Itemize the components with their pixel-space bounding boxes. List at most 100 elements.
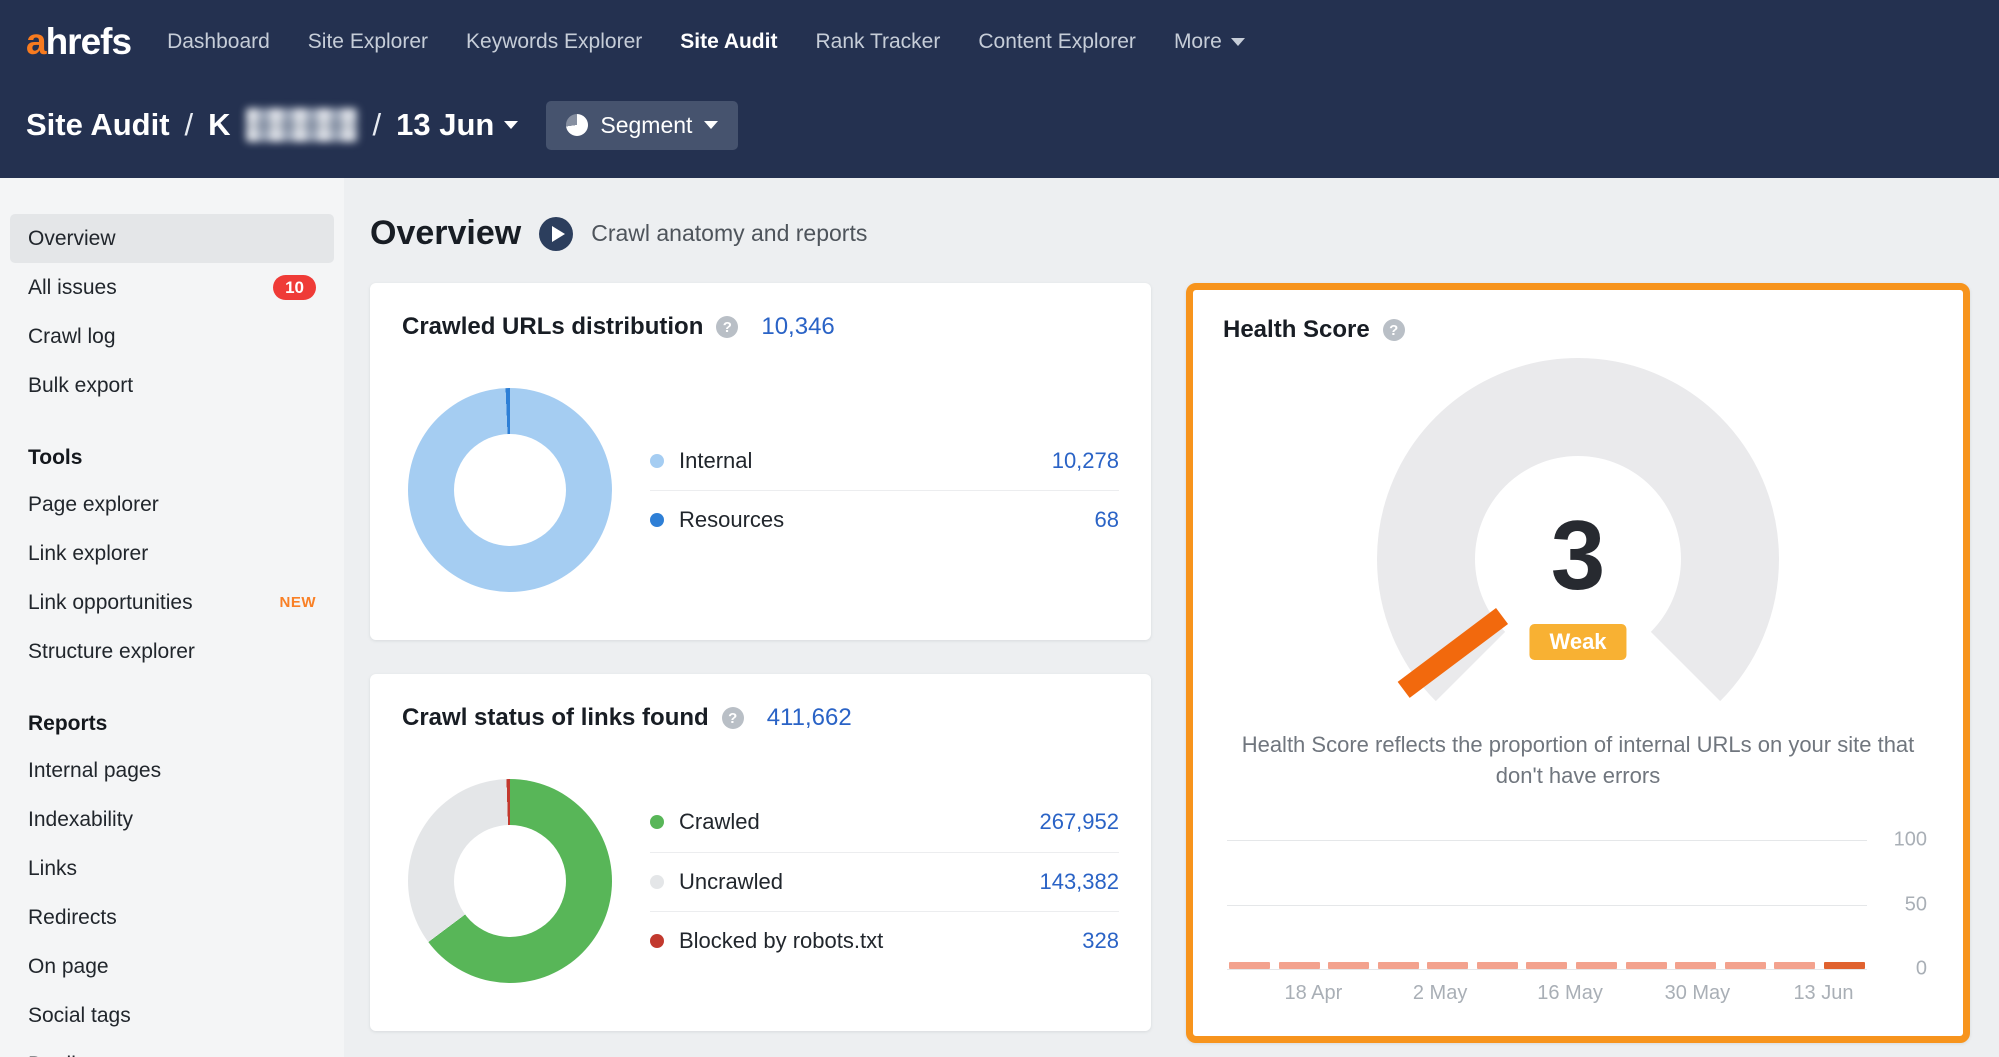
nav-item-site-explorer[interactable]: Site Explorer [308, 30, 428, 54]
sidebar-item-page-explorer[interactable]: Page explorer [10, 480, 334, 529]
sidebar-item-social-tags[interactable]: Social tags [10, 991, 334, 1040]
sidebar-item-label: All issues [28, 276, 117, 300]
y-axis-tick: 50 [1875, 894, 1927, 917]
page-subtitle-link[interactable]: Crawl anatomy and reports [591, 220, 867, 247]
segment-button-label: Segment [600, 112, 692, 139]
crawl-date-dropdown[interactable]: 13 Jun [396, 107, 518, 143]
x-axis-label: 2 May [1413, 982, 1467, 1005]
help-icon[interactable]: ? [716, 316, 738, 338]
health-history-bar [1477, 962, 1518, 969]
sidebar-item-label: Structure explorer [28, 640, 195, 664]
issues-count-badge: 10 [273, 275, 316, 300]
sidebar-item-label: Indexability [28, 808, 133, 832]
crawl-date-label: 13 Jun [396, 107, 494, 143]
legend-value-link[interactable]: 10,278 [1052, 448, 1119, 474]
legend-value-link[interactable]: 143,382 [1039, 869, 1119, 895]
sidebar-item-label: Redirects [28, 906, 117, 930]
gridline-50: 50 [1227, 905, 1867, 906]
sidebar-item-duplicate-content[interactable]: Duplicate content [10, 1040, 334, 1057]
sidebar-item-label: Internal pages [28, 759, 161, 783]
project-name-visible[interactable]: K [208, 107, 230, 143]
help-icon[interactable]: ? [1383, 319, 1405, 341]
main-nav-bar: ahrefs Dashboard Site Explorer Keywords … [0, 0, 1999, 84]
legend-label: Blocked by robots.txt [679, 928, 1082, 954]
new-tag: NEW [280, 594, 317, 611]
play-video-icon[interactable] [539, 217, 573, 251]
legend-dot [650, 934, 664, 948]
health-score-history-chart: 100 50 0 18 Apr2 May16 May30 May13 Jun [1223, 840, 1933, 1016]
logo-a: a [26, 21, 46, 62]
nav-item-more[interactable]: More [1174, 30, 1245, 54]
crawled-urls-card: Crawled URLs distribution ? 10,346 Inter… [370, 283, 1151, 640]
health-score-description: Health Score reflects the proportion of … [1233, 730, 1923, 792]
nav-item-content-explorer[interactable]: Content Explorer [978, 30, 1136, 54]
legend-value-link[interactable]: 267,952 [1039, 809, 1119, 835]
gridline-100: 100 [1227, 840, 1867, 841]
sidebar-item-label: Social tags [28, 1004, 131, 1028]
crawl-status-total-link[interactable]: 411,662 [767, 704, 852, 732]
sidebar-item-overview[interactable]: Overview [10, 214, 334, 263]
card-title: Crawl status of links found [402, 704, 709, 732]
sidebar-item-indexability[interactable]: Indexability [10, 795, 334, 844]
chevron-down-icon [504, 121, 518, 129]
y-axis-tick: 100 [1875, 829, 1927, 852]
health-history-bar [1774, 962, 1815, 969]
top-header: ahrefs Dashboard Site Explorer Keywords … [0, 0, 1999, 178]
legend-row: Internal 10,278 [650, 431, 1119, 490]
sidebar-section-reports: Reports [10, 702, 334, 746]
card-title: Crawled URLs distribution [402, 313, 703, 341]
y-axis-tick: 0 [1875, 958, 1927, 981]
legend-dot [650, 875, 664, 889]
segment-button[interactable]: Segment [546, 101, 738, 150]
sidebar-item-bulk-export[interactable]: Bulk export [10, 361, 334, 410]
nav-item-dashboard[interactable]: Dashboard [167, 30, 270, 54]
health-score-card: Health Score ? 3 Weak Health Score refle… [1186, 283, 1970, 1043]
crawled-urls-total-link[interactable]: 10,346 [761, 313, 834, 341]
crawled-urls-donut [408, 388, 612, 592]
breadcrumb: Site Audit / K / 13 Jun [26, 107, 518, 143]
legend-value-link[interactable]: 68 [1095, 507, 1119, 533]
health-history-bar [1626, 962, 1667, 969]
nav-item-keywords-explorer[interactable]: Keywords Explorer [466, 30, 642, 54]
sidebar-item-structure-explorer[interactable]: Structure explorer [10, 627, 334, 676]
help-icon[interactable]: ? [722, 707, 744, 729]
crawl-status-donut [408, 779, 612, 983]
legend-row: Resources 68 [650, 490, 1119, 549]
sidebar-item-link-opportunities[interactable]: Link opportunities NEW [10, 578, 334, 627]
sidebar-item-links[interactable]: Links [10, 844, 334, 893]
nav-item-site-audit[interactable]: Site Audit [680, 30, 777, 54]
sidebar-item-internal-pages[interactable]: Internal pages [10, 746, 334, 795]
sidebar-item-redirects[interactable]: Redirects [10, 893, 334, 942]
ahrefs-logo[interactable]: ahrefs [26, 21, 131, 63]
logo-rest: hrefs [46, 21, 131, 62]
nav-more-label: More [1174, 30, 1222, 54]
x-axis-label: 30 May [1665, 982, 1731, 1005]
legend-label: Uncrawled [679, 869, 1039, 895]
breadcrumb-section[interactable]: Site Audit [26, 107, 170, 143]
health-score-gauge: 3 Weak [1358, 354, 1798, 722]
nav-item-rank-tracker[interactable]: Rank Tracker [815, 30, 940, 54]
breadcrumb-row: Site Audit / K / 13 Jun Segment [0, 84, 1999, 178]
gridline-0: 0 [1227, 969, 1867, 970]
breadcrumb-separator: / [185, 107, 194, 143]
main-content: Overview Crawl anatomy and reports Crawl… [344, 178, 1999, 1057]
health-score-value: 3 [1358, 506, 1798, 604]
sidebar-item-label: On page [28, 955, 109, 979]
sidebar-item-link-explorer[interactable]: Link explorer [10, 529, 334, 578]
sidebar-item-crawl-log[interactable]: Crawl log [10, 312, 334, 361]
crawl-status-card: Crawl status of links found ? 411,662 Cr… [370, 674, 1151, 1031]
health-history-bar [1279, 962, 1320, 969]
legend-value-link[interactable]: 328 [1082, 928, 1119, 954]
legend: Crawled 267,952 Uncrawled 143,382 Blocke… [650, 793, 1119, 970]
sidebar: Overview All issues 10 Crawl log Bulk ex… [0, 178, 344, 1057]
sidebar-item-all-issues[interactable]: All issues 10 [10, 263, 334, 312]
legend-dot [650, 513, 664, 527]
sidebar-item-label: Link opportunities [28, 591, 193, 615]
legend-row: Uncrawled 143,382 [650, 852, 1119, 911]
page-title: Overview [370, 214, 521, 253]
x-axis-label: 18 Apr [1284, 982, 1342, 1005]
legend-dot [650, 454, 664, 468]
sidebar-item-on-page[interactable]: On page [10, 942, 334, 991]
card-title: Health Score [1223, 316, 1370, 344]
legend-label: Crawled [679, 809, 1039, 835]
